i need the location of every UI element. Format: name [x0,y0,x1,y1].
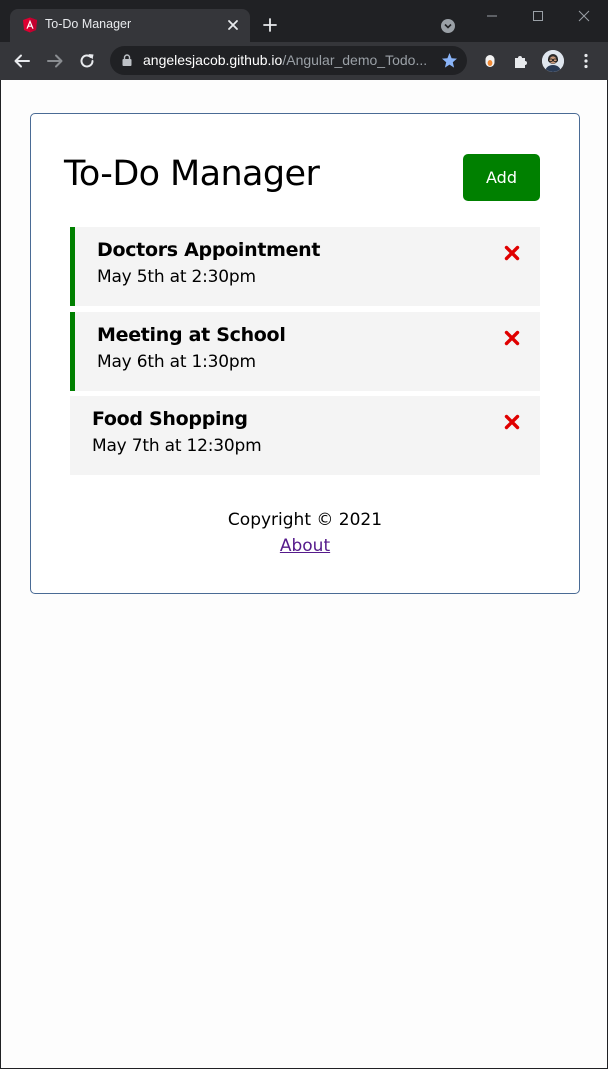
task-item[interactable]: Doctors Appointment May 5th at 2:30pm [70,227,540,306]
bookmark-star-icon[interactable] [441,52,458,69]
task-date: May 7th at 12:30pm [92,436,262,456]
task-title: Meeting at School [97,324,286,346]
tab-title: To-Do Manager [45,17,132,31]
about-link[interactable]: About [280,536,330,556]
todo-container: To-Do Manager Add Doctors Appointment Ma… [30,113,580,594]
menu-icon[interactable] [577,52,595,70]
task-text-block: Meeting at School May 6th at 1:30pm [97,324,286,372]
profile-icon [542,50,564,72]
delete-icon[interactable] [504,330,520,346]
add-button[interactable]: Add [463,154,540,201]
angular-icon [23,17,37,33]
extension-icon[interactable] [481,52,499,70]
task-title: Food Shopping [92,408,248,430]
forward-icon[interactable] [46,52,64,70]
maximize-icon[interactable] [530,8,546,24]
avatar[interactable] [542,50,564,72]
url-path: /Angular_demo_Todo... [282,52,428,68]
task-date: May 6th at 1:30pm [97,352,256,372]
tab-search-icon[interactable] [440,18,456,34]
delete-icon[interactable] [504,245,520,261]
task-date: May 5th at 2:30pm [97,267,256,287]
url-host: angelesjacob.github.io [143,52,283,68]
task-item[interactable]: Meeting at School May 6th at 1:30pm [70,312,540,391]
browser-chrome: To-Do Manager angelesjacob.github.io/Ang… [0,0,608,80]
task-text-block: Food Shopping May 7th at 12:30pm [92,408,262,456]
task-item[interactable]: Food Shopping May 7th at 12:30pm [70,396,540,475]
page-title: To-Do Manager [64,154,320,194]
task-title: Doctors Appointment [97,239,321,261]
minimize-icon[interactable] [484,8,500,24]
copyright-text: Copyright © 2021 [227,510,383,530]
browser-tab[interactable]: To-Do Manager [10,9,250,42]
tab-strip: To-Do Manager [0,0,608,42]
puzzle-icon[interactable] [512,52,530,70]
delete-icon[interactable] [504,414,520,430]
back-icon[interactable] [13,52,31,70]
new-tab-icon[interactable] [262,17,278,33]
task-text-block: Doctors Appointment May 5th at 2:30pm [97,239,321,287]
footer: Copyright © 2021 About [31,510,579,556]
page-viewport: To-Do Manager Add Doctors Appointment Ma… [0,80,608,1069]
lock-icon[interactable] [122,54,132,66]
close-tab-icon[interactable] [226,18,240,32]
window-close-icon[interactable] [576,8,592,24]
address-bar[interactable]: angelesjacob.github.io/Angular_demo_Todo… [110,46,467,75]
url-text[interactable]: angelesjacob.github.io/Angular_demo_Todo… [143,52,433,68]
reload-icon[interactable] [78,52,96,70]
